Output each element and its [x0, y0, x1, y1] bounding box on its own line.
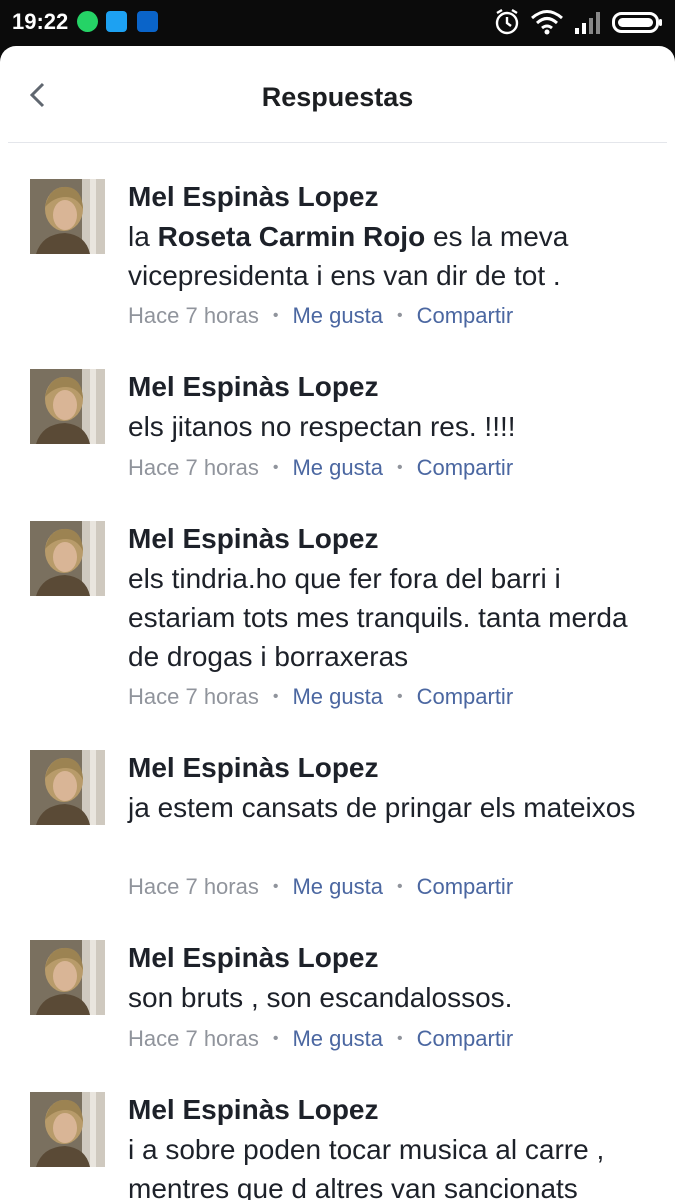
comment-text: els jitanos no respectan res. !!!! — [128, 411, 516, 442]
signal-icon — [575, 12, 600, 34]
replies-sheet: Respuestas Mel Espinàs Lopez la Roseta C… — [0, 46, 675, 1200]
share-button[interactable]: Compartir — [417, 303, 514, 328]
comment-text: son bruts , son escandalossos. — [128, 982, 513, 1013]
comment-meta: Hace 7 horas • Me gusta • Compartir — [128, 1026, 514, 1051]
status-time: 19:22 — [12, 9, 69, 34]
whatsapp-icon — [77, 11, 98, 32]
profile-photo — [30, 750, 105, 825]
like-button[interactable]: Me gusta — [292, 303, 383, 328]
comment-meta: Hace 7 horas • Me gusta • Compartir — [128, 455, 514, 480]
like-button[interactable]: Me gusta — [292, 455, 383, 480]
comment-text: la Roseta Carmin Rojo es la meva vicepre… — [128, 221, 569, 291]
divider — [8, 142, 667, 143]
comment-time: Hace 7 horas — [128, 874, 259, 899]
avatar[interactable] — [30, 750, 105, 825]
comment-time: Hace 7 horas — [128, 303, 259, 328]
comment-time: Hace 7 horas — [128, 684, 259, 709]
avatar[interactable] — [30, 369, 105, 444]
avatar[interactable] — [30, 179, 105, 254]
comment-text: i a sobre poden tocar musica al carre , … — [128, 1134, 605, 1200]
comment-time: Hace 7 horas — [128, 1026, 259, 1051]
avatar[interactable] — [30, 521, 105, 596]
comment-author[interactable]: Mel Espinàs Lopez — [128, 181, 379, 213]
comment-time: Hace 7 horas — [128, 455, 259, 480]
outlook-icon — [137, 11, 158, 32]
mention-link[interactable]: Roseta Carmin Rojo — [158, 221, 426, 252]
comment-meta: Hace 7 horas • Me gusta • Compartir — [128, 684, 514, 709]
page-title: Respuestas — [261, 82, 414, 112]
comment-text: els tindria.ho que fer fora del barri i … — [128, 563, 628, 672]
comment-author[interactable]: Mel Espinàs Lopez — [128, 371, 379, 403]
comment-meta: Hace 7 horas • Me gusta • Compartir — [128, 303, 514, 328]
comment-author[interactable]: Mel Espinàs Lopez — [128, 942, 379, 974]
like-button[interactable]: Me gusta — [292, 684, 383, 709]
wifi-icon — [531, 10, 563, 35]
comment-author[interactable]: Mel Espinàs Lopez — [128, 523, 379, 555]
profile-photo — [30, 369, 105, 444]
header: Respuestas — [0, 46, 675, 143]
avatar[interactable] — [30, 1092, 105, 1167]
comment-text: ja estem cansats de pringar els mateixos — [128, 792, 636, 823]
battery-icon — [612, 12, 662, 33]
comment-author[interactable]: Mel Espinàs Lopez — [128, 1094, 379, 1126]
profile-photo — [30, 179, 105, 254]
share-button[interactable]: Compartir — [417, 455, 514, 480]
share-button[interactable]: Compartir — [417, 684, 514, 709]
share-button[interactable]: Compartir — [417, 874, 514, 899]
like-button[interactable]: Me gusta — [292, 874, 383, 899]
alarm-icon — [495, 8, 519, 35]
profile-photo — [30, 940, 105, 1015]
like-button[interactable]: Me gusta — [292, 1026, 383, 1051]
share-button[interactable]: Compartir — [417, 1026, 514, 1051]
profile-photo — [30, 521, 105, 596]
avatar[interactable] — [30, 940, 105, 1015]
comment-author[interactable]: Mel Espinàs Lopez — [128, 752, 379, 784]
profile-photo — [30, 1092, 105, 1167]
twitter-icon — [106, 11, 127, 32]
status-bar: 19:22 — [0, 0, 675, 46]
comment-meta: Hace 7 horas • Me gusta • Compartir — [128, 874, 514, 899]
